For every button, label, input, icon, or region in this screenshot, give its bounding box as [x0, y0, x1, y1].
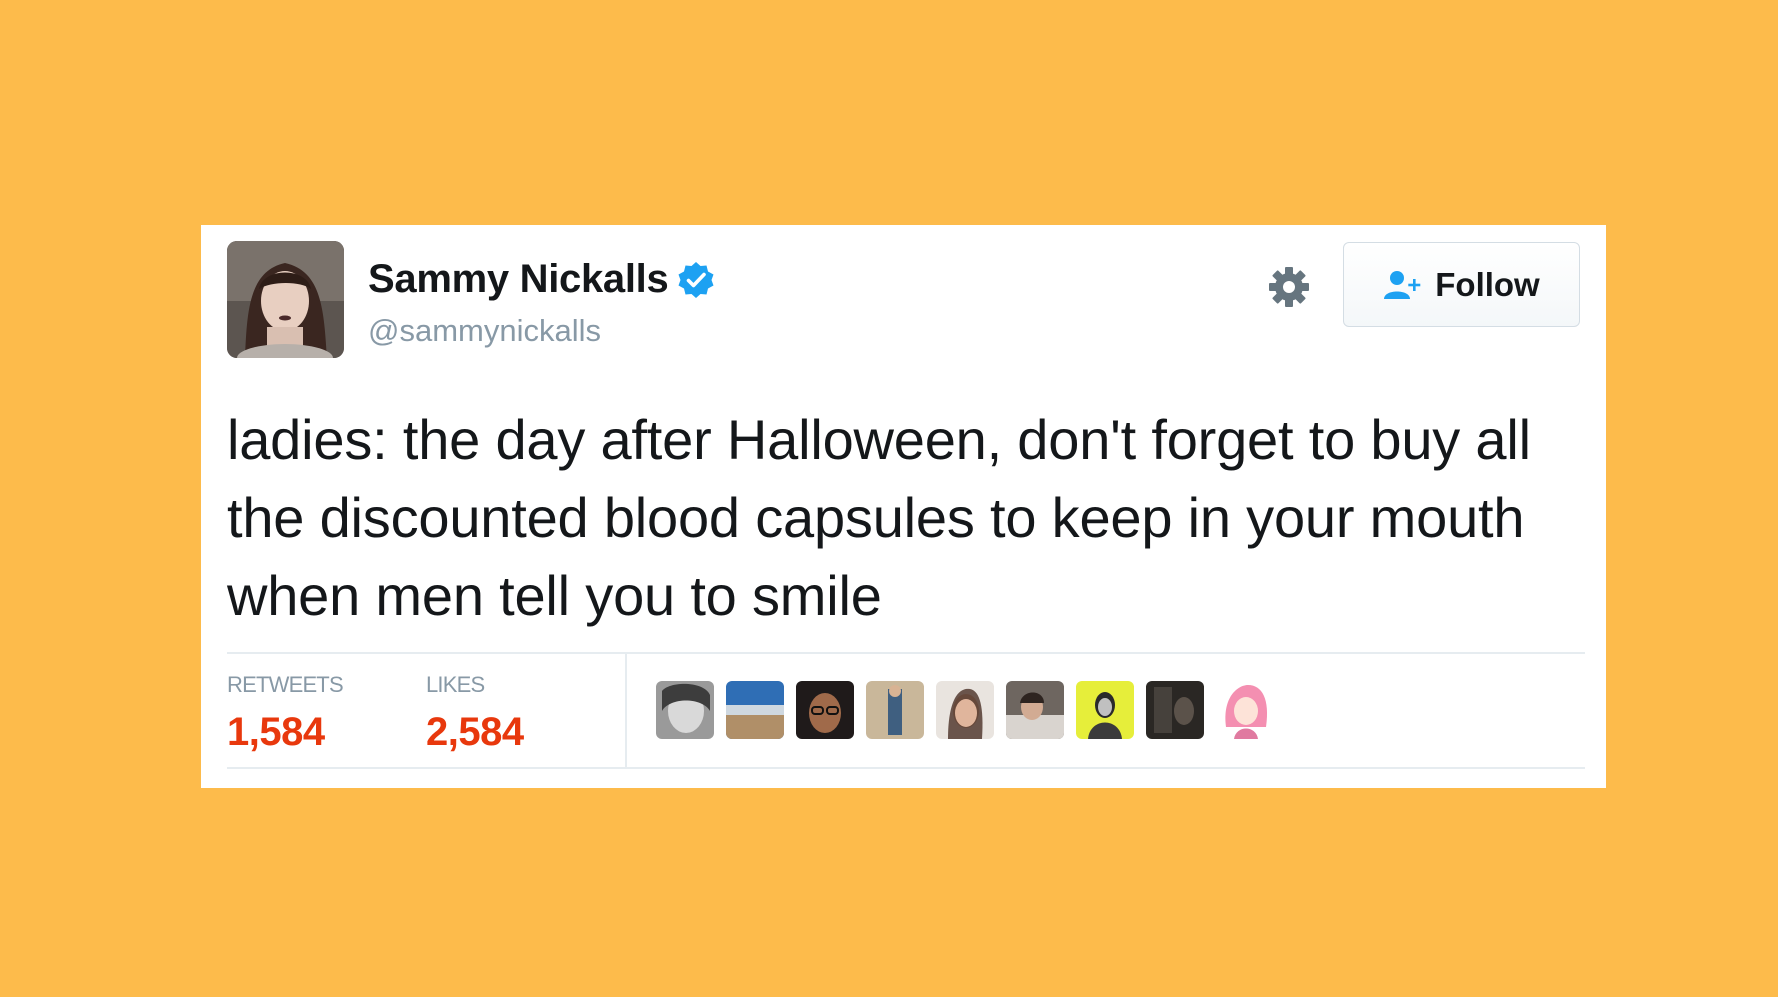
author-avatar[interactable] [227, 241, 344, 358]
follow-button[interactable]: Follow [1343, 242, 1580, 327]
likes-stat[interactable]: LIKES 2,584 [426, 672, 524, 755]
tweet-card: Sammy Nickalls @sammynickalls Follow lad… [201, 225, 1606, 788]
retweets-label: RETWEETS [227, 672, 344, 697]
likes-count: 2,584 [426, 710, 524, 754]
author-display-name[interactable]: Sammy Nickalls [368, 257, 669, 302]
stats-divider-bottom [227, 767, 1585, 769]
liker-avatars [656, 681, 1274, 739]
follow-user-icon [1383, 269, 1423, 301]
liker-avatar[interactable] [726, 681, 784, 739]
retweets-stat[interactable]: RETWEETS 1,584 [227, 672, 344, 755]
gear-icon[interactable] [1265, 263, 1313, 311]
liker-avatar[interactable] [1076, 681, 1134, 739]
retweets-count: 1,584 [227, 710, 325, 754]
liker-avatar[interactable] [1006, 681, 1064, 739]
author-handle[interactable]: @sammynickalls [368, 313, 601, 349]
liker-avatar[interactable] [656, 681, 714, 739]
liker-avatar[interactable] [1216, 681, 1274, 739]
author-name-row[interactable]: Sammy Nickalls [368, 257, 716, 302]
follow-button-label: Follow [1435, 265, 1540, 303]
liker-avatar[interactable] [936, 681, 994, 739]
stats-divider-top [227, 652, 1585, 654]
stats-divider-vertical [625, 654, 627, 767]
verified-badge-icon [676, 260, 716, 300]
liker-avatar[interactable] [1146, 681, 1204, 739]
likes-label: LIKES [426, 672, 485, 697]
liker-avatar[interactable] [796, 681, 854, 739]
liker-avatar[interactable] [866, 681, 924, 739]
tweet-text: ladies: the day after Halloween, don't f… [227, 408, 1531, 627]
